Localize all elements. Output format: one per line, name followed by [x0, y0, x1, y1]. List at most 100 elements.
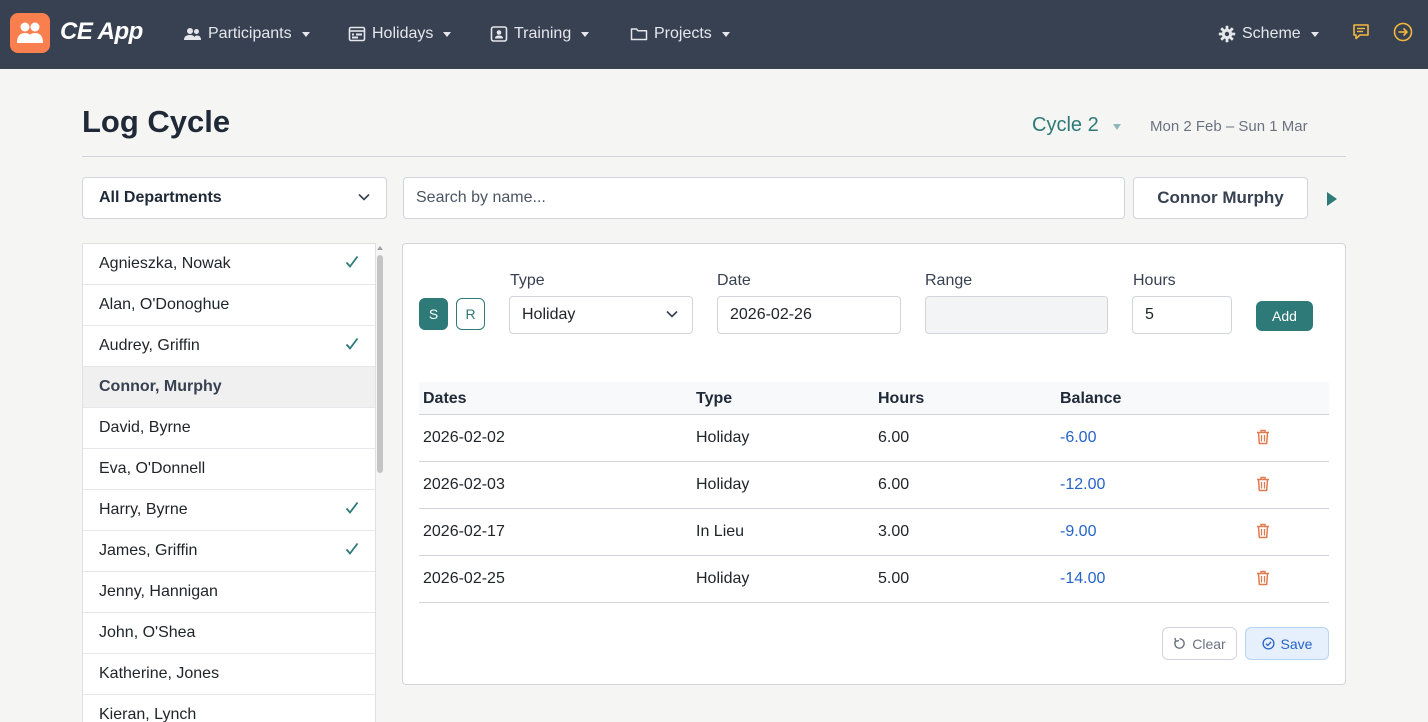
nav-scheme-label: Scheme — [1242, 25, 1301, 42]
table-cell-balance: -9.00 — [1060, 523, 1097, 540]
chevron-down-icon — [443, 31, 452, 37]
cycle-date-range: Mon 2 Feb – Sun 1 Mar — [1150, 118, 1308, 135]
table-row — [419, 462, 1329, 509]
participant-name: Harry, Byrne — [99, 501, 188, 518]
trash-icon[interactable] — [1256, 523, 1270, 539]
nav-holidays[interactable]: Holidays — [348, 22, 452, 46]
participant-list-item[interactable]: Harry, Byrne — [83, 490, 375, 531]
clear-button[interactable]: Clear — [1162, 627, 1237, 660]
add-entry-button[interactable]: Add — [1256, 301, 1313, 331]
mode-range-button[interactable]: R — [456, 298, 485, 330]
participant-list-item[interactable]: Agnieszka, Nowak — [83, 244, 375, 285]
folder-icon — [630, 25, 648, 43]
id-card-icon — [490, 25, 508, 43]
reset-icon — [1174, 637, 1186, 649]
next-participant-arrow-icon[interactable] — [1327, 192, 1337, 206]
nav-training-label: Training — [514, 25, 572, 42]
logout-button[interactable] — [1393, 22, 1413, 42]
table-cell-hours: 6.00 — [878, 429, 910, 446]
mode-single-button[interactable]: S — [419, 298, 448, 330]
table-cell-date: 2026-02-25 — [423, 570, 505, 587]
chevron-down-icon — [581, 31, 590, 37]
table-cell-balance: -6.00 — [1060, 429, 1097, 446]
nav-projects-label: Projects — [654, 25, 712, 42]
participant-list: Agnieszka, Nowak Alan, O'Donoghue Audrey, … — [82, 243, 376, 722]
calendar-icon — [348, 25, 366, 43]
range-label: Range — [925, 272, 973, 289]
chevron-down-icon — [721, 31, 730, 37]
column-header-dates: Dates — [423, 390, 467, 407]
date-field[interactable]: 2026-02-26 — [717, 296, 901, 334]
table-cell-hours: 5.00 — [878, 570, 910, 587]
hours-field[interactable]: 5 — [1132, 296, 1232, 334]
chevron-down-icon — [666, 310, 678, 318]
participant-list-item[interactable]: Kieran, Lynch — [83, 695, 375, 722]
participant-list-item[interactable]: David, Byrne — [83, 408, 375, 449]
check-icon — [345, 542, 359, 555]
department-select-value: All Departments — [99, 189, 222, 206]
search-input[interactable] — [403, 177, 1125, 219]
users-icon — [184, 25, 202, 43]
trash-icon[interactable] — [1256, 429, 1270, 445]
date-label: Date — [717, 272, 751, 289]
table-row — [419, 415, 1329, 462]
column-header-balance: Balance — [1060, 390, 1122, 407]
participant-name: Eva, O'Donnell — [99, 460, 206, 477]
participant-list-item[interactable]: Eva, O'Donnell — [83, 449, 375, 490]
app-logo[interactable] — [10, 13, 50, 53]
entries-table-header — [419, 382, 1329, 415]
scroll-up-arrow-icon[interactable] — [377, 246, 383, 250]
top-navbar: CE App Participants Holidays Training Pr… — [0, 0, 1428, 69]
type-select[interactable]: Holiday — [509, 296, 693, 334]
column-header-type: Type — [696, 390, 733, 407]
check-circle-icon — [1261, 637, 1275, 650]
table-cell-type: Holiday — [696, 429, 750, 446]
table-cell-type: Holiday — [696, 476, 750, 493]
message-icon — [1353, 24, 1369, 40]
participant-name: Alan, O'Donoghue — [99, 296, 230, 313]
table-cell-date: 2026-02-02 — [423, 429, 505, 446]
users-logo-icon — [17, 22, 43, 43]
nav-participants-label: Participants — [208, 25, 292, 42]
type-label: Type — [510, 272, 545, 289]
cycle-selector[interactable]: Cycle 2 — [1032, 114, 1099, 137]
app-brand[interactable]: CE App — [60, 18, 143, 46]
participant-list-item[interactable]: Jenny, Hannigan — [83, 572, 375, 613]
feedback-button[interactable] — [1351, 22, 1371, 42]
participant-name: Audrey, Griffin — [99, 337, 200, 354]
column-header-hours: Hours — [878, 390, 925, 407]
participant-list-item[interactable]: Connor, Murphy — [83, 367, 375, 408]
nav-training[interactable]: Training — [490, 22, 590, 46]
trash-icon[interactable] — [1256, 570, 1270, 586]
save-button-label: Save — [1280, 635, 1313, 652]
nav-projects[interactable]: Projects — [630, 22, 730, 46]
participant-name: Connor, Murphy — [99, 378, 222, 395]
table-cell-balance: -12.00 — [1060, 476, 1106, 493]
check-icon — [345, 501, 359, 514]
nav-scheme[interactable]: Scheme — [1218, 22, 1319, 46]
participant-list-item[interactable]: James, Griffin — [83, 531, 375, 572]
participant-name: John, O'Shea — [99, 624, 196, 641]
participant-list-item[interactable]: Katherine, Jones — [83, 654, 375, 695]
participant-list-item[interactable]: John, O'Shea — [83, 613, 375, 654]
page-title: Log Cycle — [82, 104, 231, 139]
participant-name: Jenny, Hannigan — [99, 583, 218, 600]
table-cell-type: In Lieu — [696, 523, 745, 540]
nav-participants[interactable]: Participants — [184, 22, 310, 46]
trash-icon[interactable] — [1256, 476, 1270, 492]
chevron-down-icon — [1310, 31, 1319, 37]
save-button[interactable]: Save — [1245, 627, 1329, 660]
department-select[interactable]: All Departments — [82, 177, 387, 219]
header-divider — [82, 156, 1346, 157]
table-cell-balance: -14.00 — [1060, 570, 1106, 587]
hours-field-value: 5 — [1145, 306, 1154, 323]
chevron-down-icon — [358, 193, 370, 201]
participant-name: James, Griffin — [99, 542, 198, 559]
table-cell-date: 2026-02-03 — [423, 476, 505, 493]
gear-icon — [1218, 25, 1236, 43]
table-row — [419, 509, 1329, 556]
participant-list-scroll-thumb[interactable] — [377, 255, 383, 473]
chevron-down-icon[interactable] — [1113, 124, 1121, 130]
participant-list-item[interactable]: Alan, O'Donoghue — [83, 285, 375, 326]
participant-list-item[interactable]: Audrey, Griffin — [83, 326, 375, 367]
